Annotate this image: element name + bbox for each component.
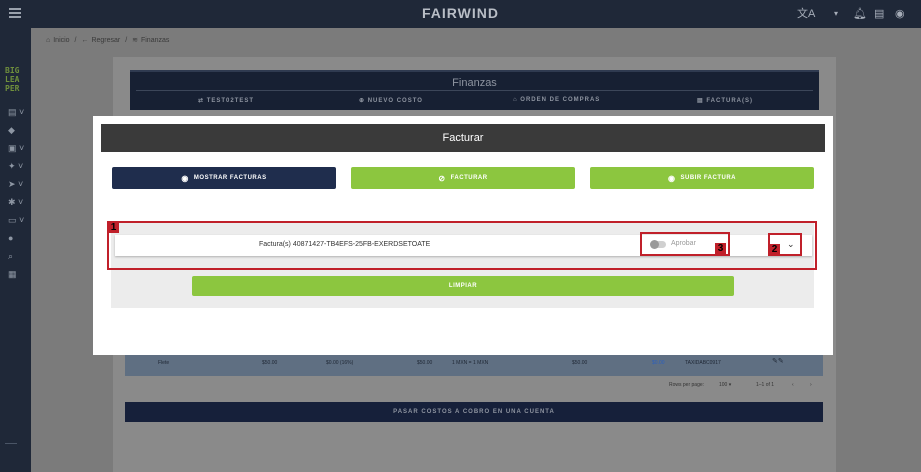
user-icon[interactable]: ◉	[895, 7, 905, 21]
table-cell: $0.00 (16%)	[326, 360, 354, 366]
clear-button[interactable]: LIMPIAR	[192, 276, 734, 296]
chat-icon[interactable]: ▤	[874, 7, 884, 21]
dropdown-caret-icon[interactable]: ▾	[834, 7, 838, 21]
table-cell: 1 MXN = 1 MXN	[452, 360, 489, 366]
annotation-label-3: 3	[715, 243, 726, 254]
map-icon[interactable]: ▦	[8, 269, 17, 279]
eye-icon: ◉	[668, 173, 676, 183]
home-icon: ⌂	[46, 37, 51, 44]
tab-facturas[interactable]: ▤ FACTURA(S)	[697, 97, 753, 104]
annotation-label-1: 1	[108, 222, 119, 233]
logo-line: PER	[5, 84, 20, 93]
rows-per-page-label: Rows per page:	[669, 382, 705, 388]
bell-icon[interactable]: 🔔︎	[853, 7, 867, 21]
table-cell: $50.00	[417, 360, 433, 366]
tab-label: NUEVO COSTO	[367, 98, 423, 104]
eye-icon: ◉	[181, 173, 189, 183]
brand-title: FAIRWIND	[422, 5, 499, 21]
box-icon[interactable]: ▣ ˅	[8, 143, 24, 153]
finance-icon: ≋	[132, 37, 138, 44]
tab-label: FACTURA(S)	[706, 98, 754, 104]
tag-icon[interactable]: ◆	[8, 125, 15, 135]
tab-orden-de-compras[interactable]: ⌂ ORDEN DE COMPRAS	[513, 97, 600, 103]
button-label: FACTURAR	[450, 175, 488, 181]
person-icon[interactable]: ✦ ˅	[8, 161, 23, 171]
annotation-label-2: 2	[769, 244, 780, 255]
table-cell: $50.00	[572, 360, 588, 366]
card-icon[interactable]: ▭ ˅	[8, 215, 24, 225]
translate-icon[interactable]: 文A	[797, 7, 815, 21]
prev-page-icon[interactable]: ‹	[792, 382, 794, 388]
sidebar-divider	[5, 443, 17, 444]
breadcrumb-separator: /	[74, 37, 77, 44]
table-cell: TAXIDABC0917	[685, 360, 721, 366]
invoice-button[interactable]: ⊘ FACTURAR	[351, 167, 575, 189]
table-cell: $0.00	[652, 360, 665, 366]
tab-test02test[interactable]: ⇄ TEST02TEST	[198, 97, 254, 104]
rows-per-page-select[interactable]: 100 ▾	[719, 382, 731, 388]
next-page-icon[interactable]: ›	[810, 382, 812, 388]
modal-title: Facturar	[101, 124, 825, 152]
tab-nuevo-costo[interactable]: ⊕ NUEVO COSTO	[359, 97, 423, 104]
rows-per-page-value: 100	[719, 382, 728, 388]
logo-line: LEA	[5, 75, 20, 84]
breadcrumb-separator: /	[125, 37, 128, 44]
back-arrow-icon: ←	[81, 37, 89, 44]
finance-divider	[136, 90, 813, 91]
show-invoices-button[interactable]: ◉ MOSTRAR FACTURAS	[112, 167, 336, 189]
truck-icon[interactable]: ➤ ˅	[8, 179, 23, 189]
breadcrumb: ⌂ Inicio / ← Regresar / ≋ Finanzas	[46, 36, 172, 44]
tab-label: TEST02TEST	[206, 98, 255, 104]
button-label: MOSTRAR FACTURAS	[193, 175, 267, 181]
table-cell: Flete	[158, 360, 170, 366]
top-bar: FAIRWIND 文A ▾ 🔔︎ ▤ ◉	[0, 0, 921, 28]
gear-icon[interactable]: ✱ ˅	[8, 197, 23, 207]
tab-label: ORDEN DE COMPRAS	[520, 97, 601, 103]
document-icon[interactable]: ▤ ˅	[8, 107, 24, 117]
table-cell: $50.00	[262, 360, 278, 366]
finance-header: Finanzas ⇄ TEST02TEST ⊕ NUEVO COSTO ⌂ OR…	[130, 70, 819, 110]
eye-off-icon: ⊘	[438, 173, 446, 183]
pass-costs-button[interactable]: PASAR COSTOS A COBRO EN UNA CUENTA	[125, 402, 823, 422]
logo: BIG LEA PER	[5, 66, 29, 93]
search-icon[interactable]: ⌕	[8, 251, 13, 261]
pagination-range: 1–1 of 1	[756, 382, 775, 388]
logo-line: BIG	[5, 66, 20, 75]
breadcrumb-home[interactable]: Inicio	[53, 37, 69, 44]
sidebar: BIG LEA PER ▤ ˅ ◆ ▣ ˅ ✦ ˅ ➤ ˅ ✱ ˅ ▭ ˅ ● …	[0, 28, 31, 472]
upload-invoice-button[interactable]: ◉ SUBIR FACTURA	[590, 167, 814, 189]
breadcrumb-back[interactable]: Regresar	[91, 37, 120, 44]
help-icon[interactable]: ●	[8, 233, 13, 243]
breadcrumb-current: Finanzas	[140, 37, 170, 44]
edit-icon[interactable]: ✎✎	[772, 357, 784, 365]
finance-title: Finanzas	[452, 77, 497, 89]
button-label: SUBIR FACTURA	[680, 175, 736, 181]
facturar-modal: Facturar ◉ MOSTRAR FACTURAS ⊘ FACTURAR ◉…	[93, 116, 833, 355]
